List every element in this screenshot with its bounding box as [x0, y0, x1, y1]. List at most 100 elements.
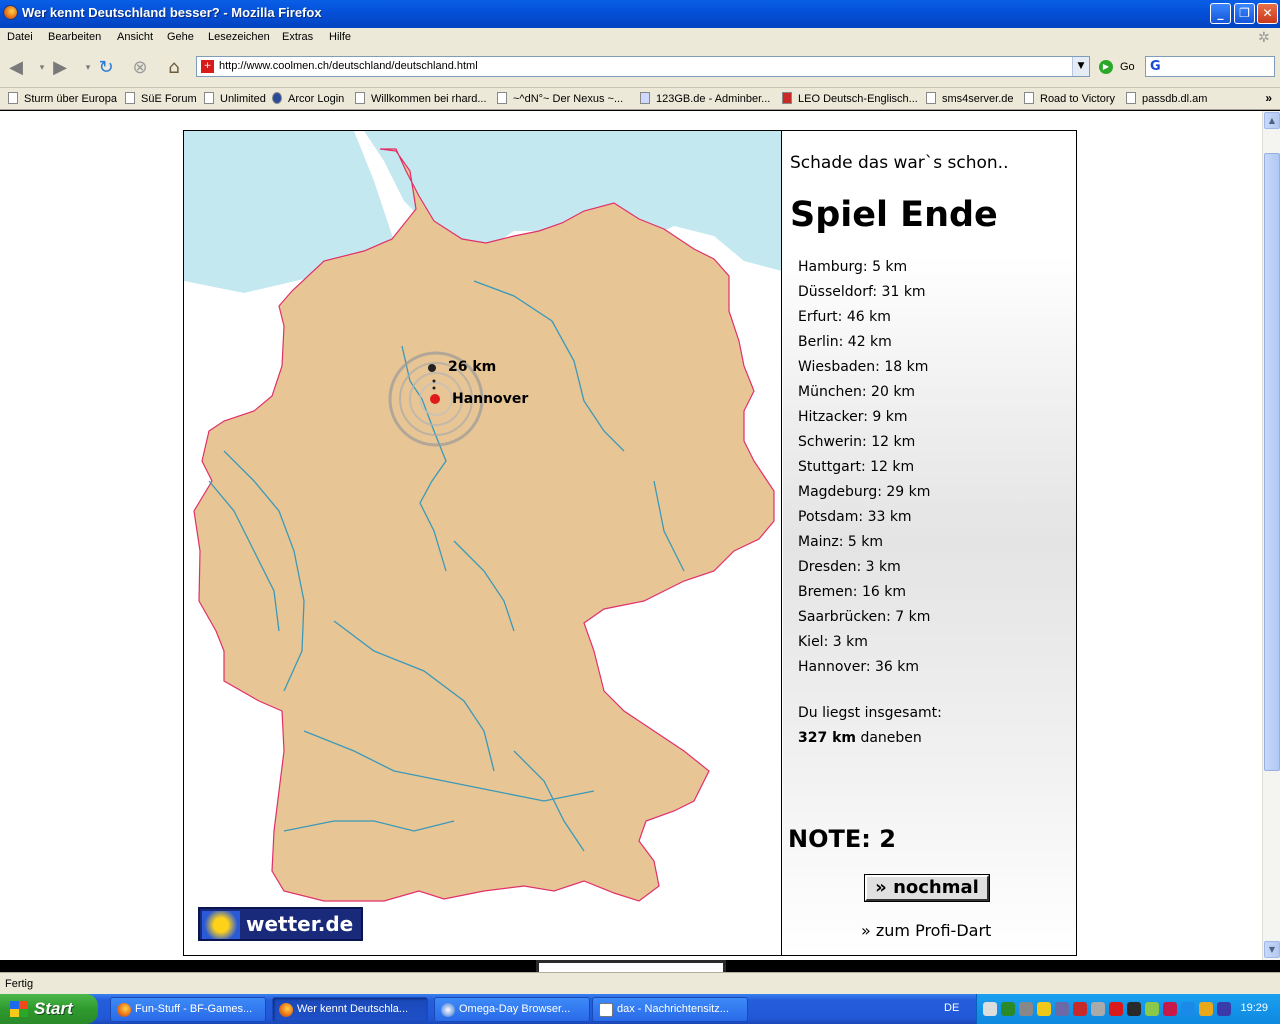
results-panel: Schade das war`s schon.. Spiel Ende Hamb…: [783, 131, 1076, 955]
bookmark-item[interactable]: Willkommen bei rhard...: [355, 92, 487, 105]
task-button[interactable]: Omega-Day Browser...: [434, 997, 590, 1022]
result-item: Bremen: 16 km: [798, 584, 906, 600]
bookmarks-toolbar: Sturm über Europa SüE Forum Unlimited Ar…: [0, 88, 1280, 110]
map-svg: [184, 131, 781, 955]
bookmark-label: Unlimited: [220, 93, 266, 105]
tray-icon[interactable]: [1145, 1002, 1159, 1016]
total-suffix: daneben: [860, 730, 922, 746]
scroll-down-icon[interactable]: ▼: [1264, 941, 1280, 958]
task-label: dax - Nachrichtensitz...: [617, 1003, 729, 1015]
start-label: Start: [34, 999, 73, 1018]
language-indicator[interactable]: DE: [944, 1002, 959, 1014]
bookmark-label: ~^dN°~ Der Nexus ~...: [513, 93, 624, 105]
result-item: München: 20 km: [798, 384, 916, 400]
shield-icon[interactable]: [1037, 1002, 1051, 1016]
arcor-icon: [272, 92, 282, 104]
tray-icon[interactable]: [1163, 1002, 1177, 1016]
firefox-icon: [117, 1003, 131, 1017]
result-item: Dresden: 3 km: [798, 559, 901, 575]
back-icon[interactable]: ◀: [4, 56, 28, 80]
page-icon: [1024, 92, 1034, 104]
start-button[interactable]: Start: [0, 994, 98, 1024]
window-icon: [599, 1003, 613, 1017]
germany-map[interactable]: 26 km Hannover wetter.de: [184, 131, 782, 955]
result-item: Stuttgart: 12 km: [798, 459, 915, 475]
bookmark-label: Willkommen bei rhard...: [371, 93, 487, 105]
tray-icon[interactable]: [1091, 1002, 1105, 1016]
bookmark-item[interactable]: ~^dN°~ Der Nexus ~...: [497, 92, 623, 105]
menu-bearbeiten[interactable]: Bearbeiten: [48, 31, 101, 43]
scroll-up-icon[interactable]: ▲: [1264, 112, 1280, 129]
result-item: Saarbrücken: 7 km: [798, 609, 931, 625]
window-title: Wer kennt Deutschland besser? - Mozilla …: [22, 5, 322, 20]
bookmark-item[interactable]: SüE Forum: [125, 92, 197, 105]
bookmark-item[interactable]: Road to Victory: [1024, 92, 1115, 105]
reload-icon[interactable]: ↻: [94, 56, 118, 80]
menu-extras[interactable]: Extras: [282, 31, 313, 43]
throbber-icon: ✲: [1258, 29, 1270, 45]
page-icon: [204, 92, 214, 104]
play-again-button[interactable]: » nochmal: [864, 874, 990, 902]
tray-icon[interactable]: [1181, 1002, 1195, 1016]
game-heading: Spiel Ende: [790, 195, 998, 235]
go-button[interactable]: Go: [1120, 61, 1135, 73]
task-label: Wer kennt Deutschla...: [297, 1003, 409, 1015]
menu-ansicht[interactable]: Ansicht: [117, 31, 153, 43]
bookmark-label: Road to Victory: [1040, 93, 1116, 105]
taskbar: Start Fun-Stuff - BF-Games... Wer kennt …: [0, 994, 1280, 1024]
wetter-logo[interactable]: wetter.de: [198, 907, 363, 941]
more-bookmarks-icon[interactable]: »: [1265, 91, 1272, 105]
result-item: Hannover: 36 km: [798, 659, 920, 675]
tray-icon[interactable]: [1001, 1002, 1015, 1016]
ati-icon[interactable]: [1109, 1002, 1123, 1016]
tray-icon[interactable]: [1019, 1002, 1033, 1016]
task-button[interactable]: dax - Nachrichtensitz...: [592, 997, 748, 1022]
go-icon[interactable]: ▶: [1099, 60, 1113, 74]
system-tray: 19:29: [976, 994, 1280, 1024]
status-bar: Fertig: [0, 972, 1280, 994]
minimize-button[interactable]: _: [1210, 3, 1231, 24]
forward-icon[interactable]: ▶: [48, 56, 72, 80]
bookmark-item[interactable]: Unlimited: [204, 92, 266, 105]
profi-dart-link[interactable]: » zum Profi-Dart: [861, 921, 991, 940]
tray-icon[interactable]: [983, 1002, 997, 1016]
url-text: http://www.coolmen.ch/deutschland/deutsc…: [219, 60, 478, 72]
bookmark-item[interactable]: sms4server.de: [926, 92, 1014, 105]
close-button[interactable]: ✕: [1257, 3, 1278, 24]
page-icon: [125, 92, 135, 104]
home-icon[interactable]: ⌂: [162, 56, 186, 80]
scroll-thumb[interactable]: [1264, 153, 1280, 771]
menu-datei[interactable]: Datei: [7, 31, 33, 43]
search-field[interactable]: G: [1145, 56, 1275, 77]
result-item: Mainz: 5 km: [798, 534, 884, 550]
bookmark-item[interactable]: 123GB.de - Adminber...: [640, 92, 770, 105]
maximize-button[interactable]: ❐: [1234, 3, 1255, 24]
url-dropdown-icon[interactable]: ▼: [1072, 57, 1089, 76]
vertical-scrollbar[interactable]: ▲ ▼: [1262, 111, 1280, 960]
menu-bar: Datei Bearbeiten Ansicht Gehe Lesezeiche…: [0, 28, 1280, 48]
tray-icon[interactable]: [1055, 1002, 1069, 1016]
menu-gehe[interactable]: Gehe: [167, 31, 194, 43]
task-button[interactable]: Fun-Stuff - BF-Games...: [110, 997, 266, 1022]
menu-lesezeichen[interactable]: Lesezeichen: [208, 31, 270, 43]
bookmark-item[interactable]: Arcor Login: [272, 92, 344, 105]
result-item: Hamburg: 5 km: [798, 259, 908, 275]
stop-icon[interactable]: ⊗: [128, 56, 152, 80]
tray-icon[interactable]: [1199, 1002, 1213, 1016]
city-dot: [430, 394, 440, 404]
bookmark-item[interactable]: LEO Deutsch-Englisch...: [782, 92, 918, 105]
page-icon: [497, 92, 507, 104]
menu-hilfe[interactable]: Hilfe: [329, 31, 351, 43]
firefox-icon: [3, 5, 18, 20]
page-icon: [1126, 92, 1136, 104]
bookmark-label: Sturm über Europa: [24, 93, 117, 105]
bookmark-item[interactable]: Sturm über Europa: [8, 92, 117, 105]
bookmark-item[interactable]: passdb.dl.am: [1126, 92, 1207, 105]
url-field[interactable]: + http://www.coolmen.ch/deutschland/deut…: [196, 56, 1090, 77]
task-button-active[interactable]: Wer kennt Deutschla...: [272, 997, 428, 1022]
tray-icon[interactable]: [1217, 1002, 1231, 1016]
logo-text: wetter.de: [246, 912, 354, 936]
tray-icon[interactable]: [1127, 1002, 1141, 1016]
grade-note: NOTE: 2: [788, 825, 896, 853]
tray-icon[interactable]: [1073, 1002, 1087, 1016]
